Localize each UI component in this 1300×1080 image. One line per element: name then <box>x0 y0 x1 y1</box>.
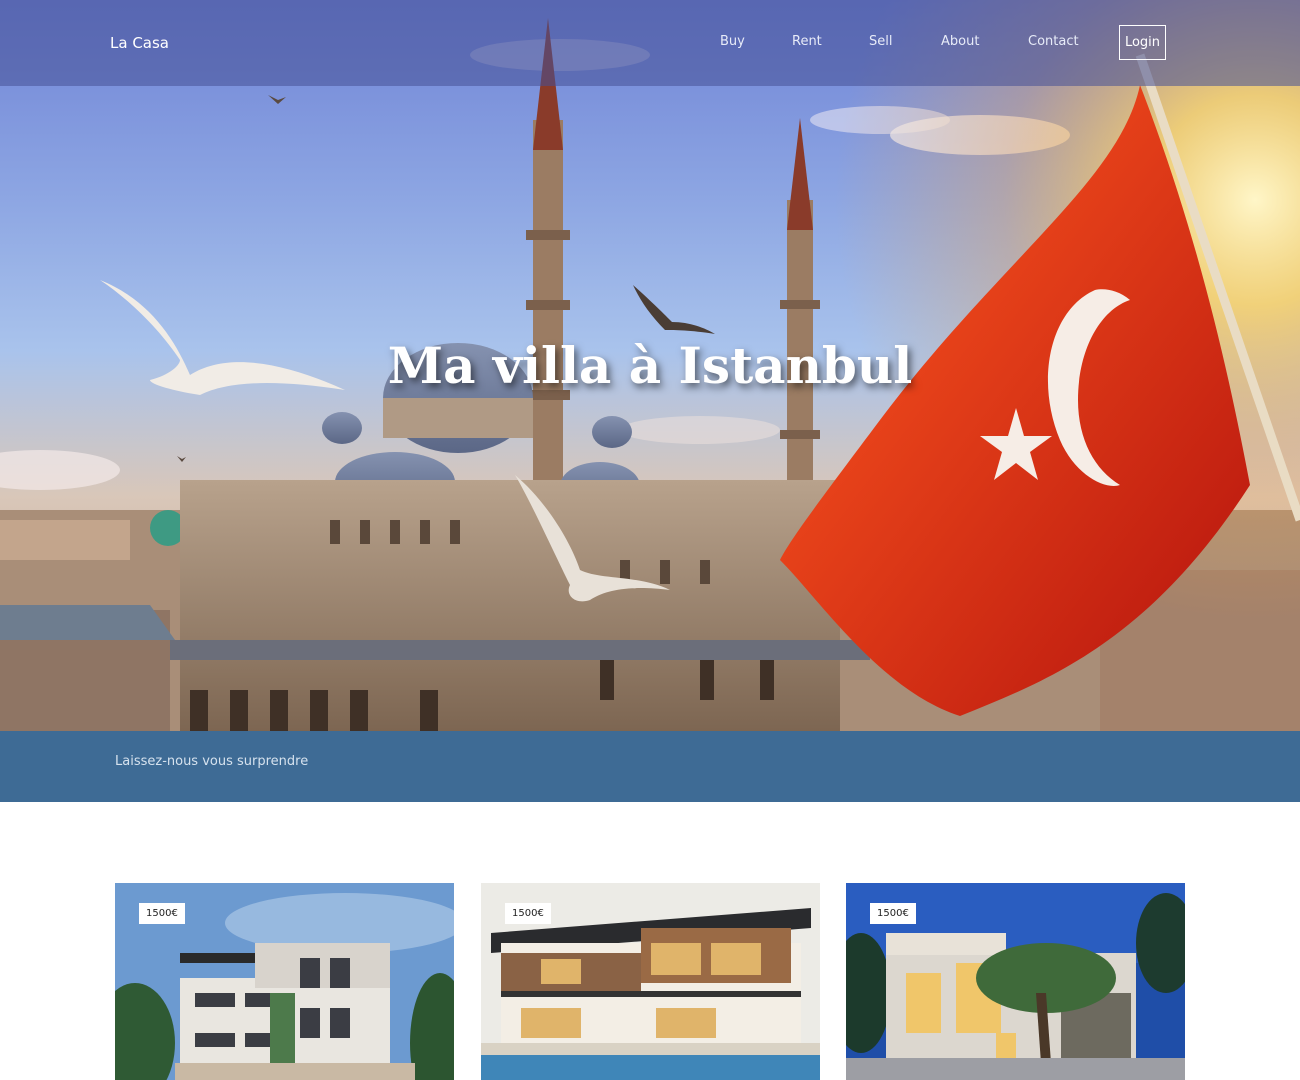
login-button[interactable]: Login <box>1119 25 1166 60</box>
price-badge: 1500€ <box>870 903 916 924</box>
tagline-text: Laissez-nous vous surprendre <box>115 754 309 769</box>
top-navigation-bar: La Casa Buy Rent Sell About Contact Logi… <box>0 0 1300 86</box>
listing-card[interactable]: 1500€ <box>481 883 820 1080</box>
nav-link-contact[interactable]: Contact <box>1028 34 1079 49</box>
hero-section: La Casa Buy Rent Sell About Contact Logi… <box>0 0 1300 731</box>
nav-link-about[interactable]: About <box>941 34 979 49</box>
nav-link-rent[interactable]: Rent <box>792 34 822 49</box>
tagline-band: Laissez-nous vous surprendre <box>0 731 1300 802</box>
nav-link-sell[interactable]: Sell <box>869 34 892 49</box>
listing-card[interactable]: 1500€ <box>115 883 454 1080</box>
listing-card[interactable]: 1500€ <box>846 883 1185 1080</box>
nav-link-buy[interactable]: Buy <box>720 34 745 49</box>
price-badge: 1500€ <box>505 903 551 924</box>
main-nav: Buy Rent Sell About Contact <box>0 34 1300 54</box>
hero-title: Ma villa à Istanbul <box>387 336 913 395</box>
price-badge: 1500€ <box>139 903 185 924</box>
